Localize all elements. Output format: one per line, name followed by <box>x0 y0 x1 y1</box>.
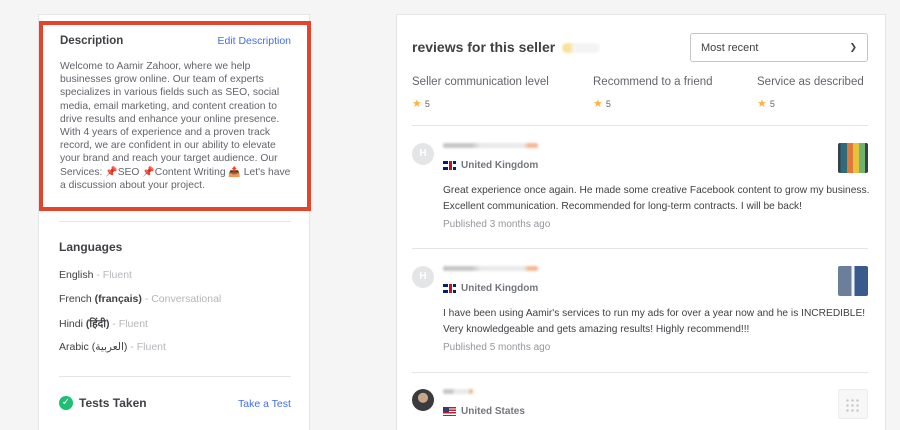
language-native-name: (हिंदी) <box>85 318 110 330</box>
uk-flag-icon <box>443 284 456 293</box>
metric-label: Service as described <box>757 76 864 88</box>
chevron-down-icon: ❯ <box>849 42 857 52</box>
star-icon: ★ <box>757 98 767 110</box>
country-name: United Kingdom <box>461 283 539 294</box>
language-name: English <box>59 269 94 281</box>
language-level: Conversational <box>151 293 222 305</box>
service-seo: SEO <box>117 166 140 178</box>
take-a-test-link[interactable]: Take a Test <box>238 398 291 410</box>
metric-label: Recommend to a friend <box>593 76 713 88</box>
metric-label: Seller communication level <box>412 76 549 88</box>
language-level: Fluent <box>136 341 166 353</box>
edit-description-link[interactable]: Edit Description <box>217 35 291 47</box>
country-name: United States <box>461 406 525 417</box>
pushpin-icon: 📌 <box>105 166 118 178</box>
blurred-reviewer-name <box>443 266 538 271</box>
blurred-reviewer-name <box>443 143 538 148</box>
review-sort-select[interactable]: Most recent ❯ <box>690 33 868 62</box>
divider <box>412 125 868 126</box>
tests-taken-section: ✓ Tests Taken <box>59 396 147 410</box>
review-portfolio-thumbnail[interactable] <box>838 266 868 296</box>
description-intro: Welcome to Aamir Zahoor, where we help b… <box>60 61 280 178</box>
language-native-name: (العربية) <box>91 341 128 353</box>
sort-selected-value: Most recent <box>701 41 759 54</box>
language-row: English - Fluent <box>59 269 132 281</box>
uk-flag-icon <box>443 161 456 170</box>
metric-score-value: 5 <box>769 98 775 109</box>
metric-score: ★ 5 <box>757 97 775 110</box>
outbox-tray-icon: 📤 <box>228 166 241 178</box>
us-flag-icon <box>443 407 456 416</box>
reviews-card: reviews for this seller Most recent ❯ Se… <box>396 14 886 430</box>
divider <box>59 221 291 222</box>
review-item: United States <box>412 389 868 430</box>
country-name: United Kingdom <box>461 160 539 171</box>
description-title: Description <box>60 35 124 47</box>
metric-score: ★ 5 <box>412 97 430 110</box>
review-published-date: Published 3 months ago <box>443 219 551 230</box>
metric-score-value: 5 <box>605 98 611 109</box>
review-text: I have been using Aamir's services to ru… <box>443 308 866 335</box>
description-section: Description Edit Description Welcome to … <box>39 21 311 211</box>
avatar <box>412 389 434 411</box>
service-content-writing: Content Writing <box>154 166 226 178</box>
review-text: Great experience once again. He made som… <box>443 185 870 212</box>
review-item: H United Kingdom I have been using Aamir… <box>412 266 868 366</box>
review-item: H United Kingdom Great experience once a… <box>412 143 869 243</box>
pushpin-icon: 📌 <box>142 166 155 178</box>
reviews-title: reviews for this seller <box>412 39 556 55</box>
metric-score-value: 5 <box>424 98 430 109</box>
language-level: Fluent <box>118 318 148 330</box>
language-name: Arabic <box>59 341 89 353</box>
language-row: French (français) - Conversational <box>59 293 222 305</box>
divider <box>412 372 868 373</box>
language-row: Hindi (हिंदी) - Fluent <box>59 318 148 330</box>
language-name: French <box>59 293 92 305</box>
avatar: H <box>412 143 434 165</box>
review-portfolio-thumbnail[interactable] <box>838 389 868 419</box>
reviewer-country: United States <box>443 406 525 417</box>
language-row: Arabic (العربية) - Fluent <box>59 341 166 353</box>
star-icon: ★ <box>412 98 422 110</box>
languages-title: Languages <box>59 240 123 254</box>
divider <box>59 376 291 377</box>
review-portfolio-thumbnail[interactable] <box>838 143 868 173</box>
avatar: H <box>412 266 434 288</box>
review-published-date: Published 5 months ago <box>443 342 551 353</box>
reviewer-country: United Kingdom <box>443 283 538 294</box>
reviewer-country: United Kingdom <box>443 160 538 171</box>
star-icon: ★ <box>593 98 603 110</box>
metric-score: ★ 5 <box>593 97 611 110</box>
check-circle-icon: ✓ <box>59 396 73 410</box>
language-name: Hindi <box>59 318 83 330</box>
blurred-rating-stars <box>562 43 600 53</box>
tests-taken-title: Tests Taken <box>79 396 147 410</box>
blurred-reviewer-name <box>443 389 473 394</box>
language-level: Fluent <box>102 269 132 281</box>
description-text: Welcome to Aamir Zahoor, where we help b… <box>60 60 291 192</box>
language-native-name: (français) <box>94 293 142 305</box>
profile-card: Description Edit Description Welcome to … <box>38 14 311 430</box>
divider <box>412 248 868 249</box>
